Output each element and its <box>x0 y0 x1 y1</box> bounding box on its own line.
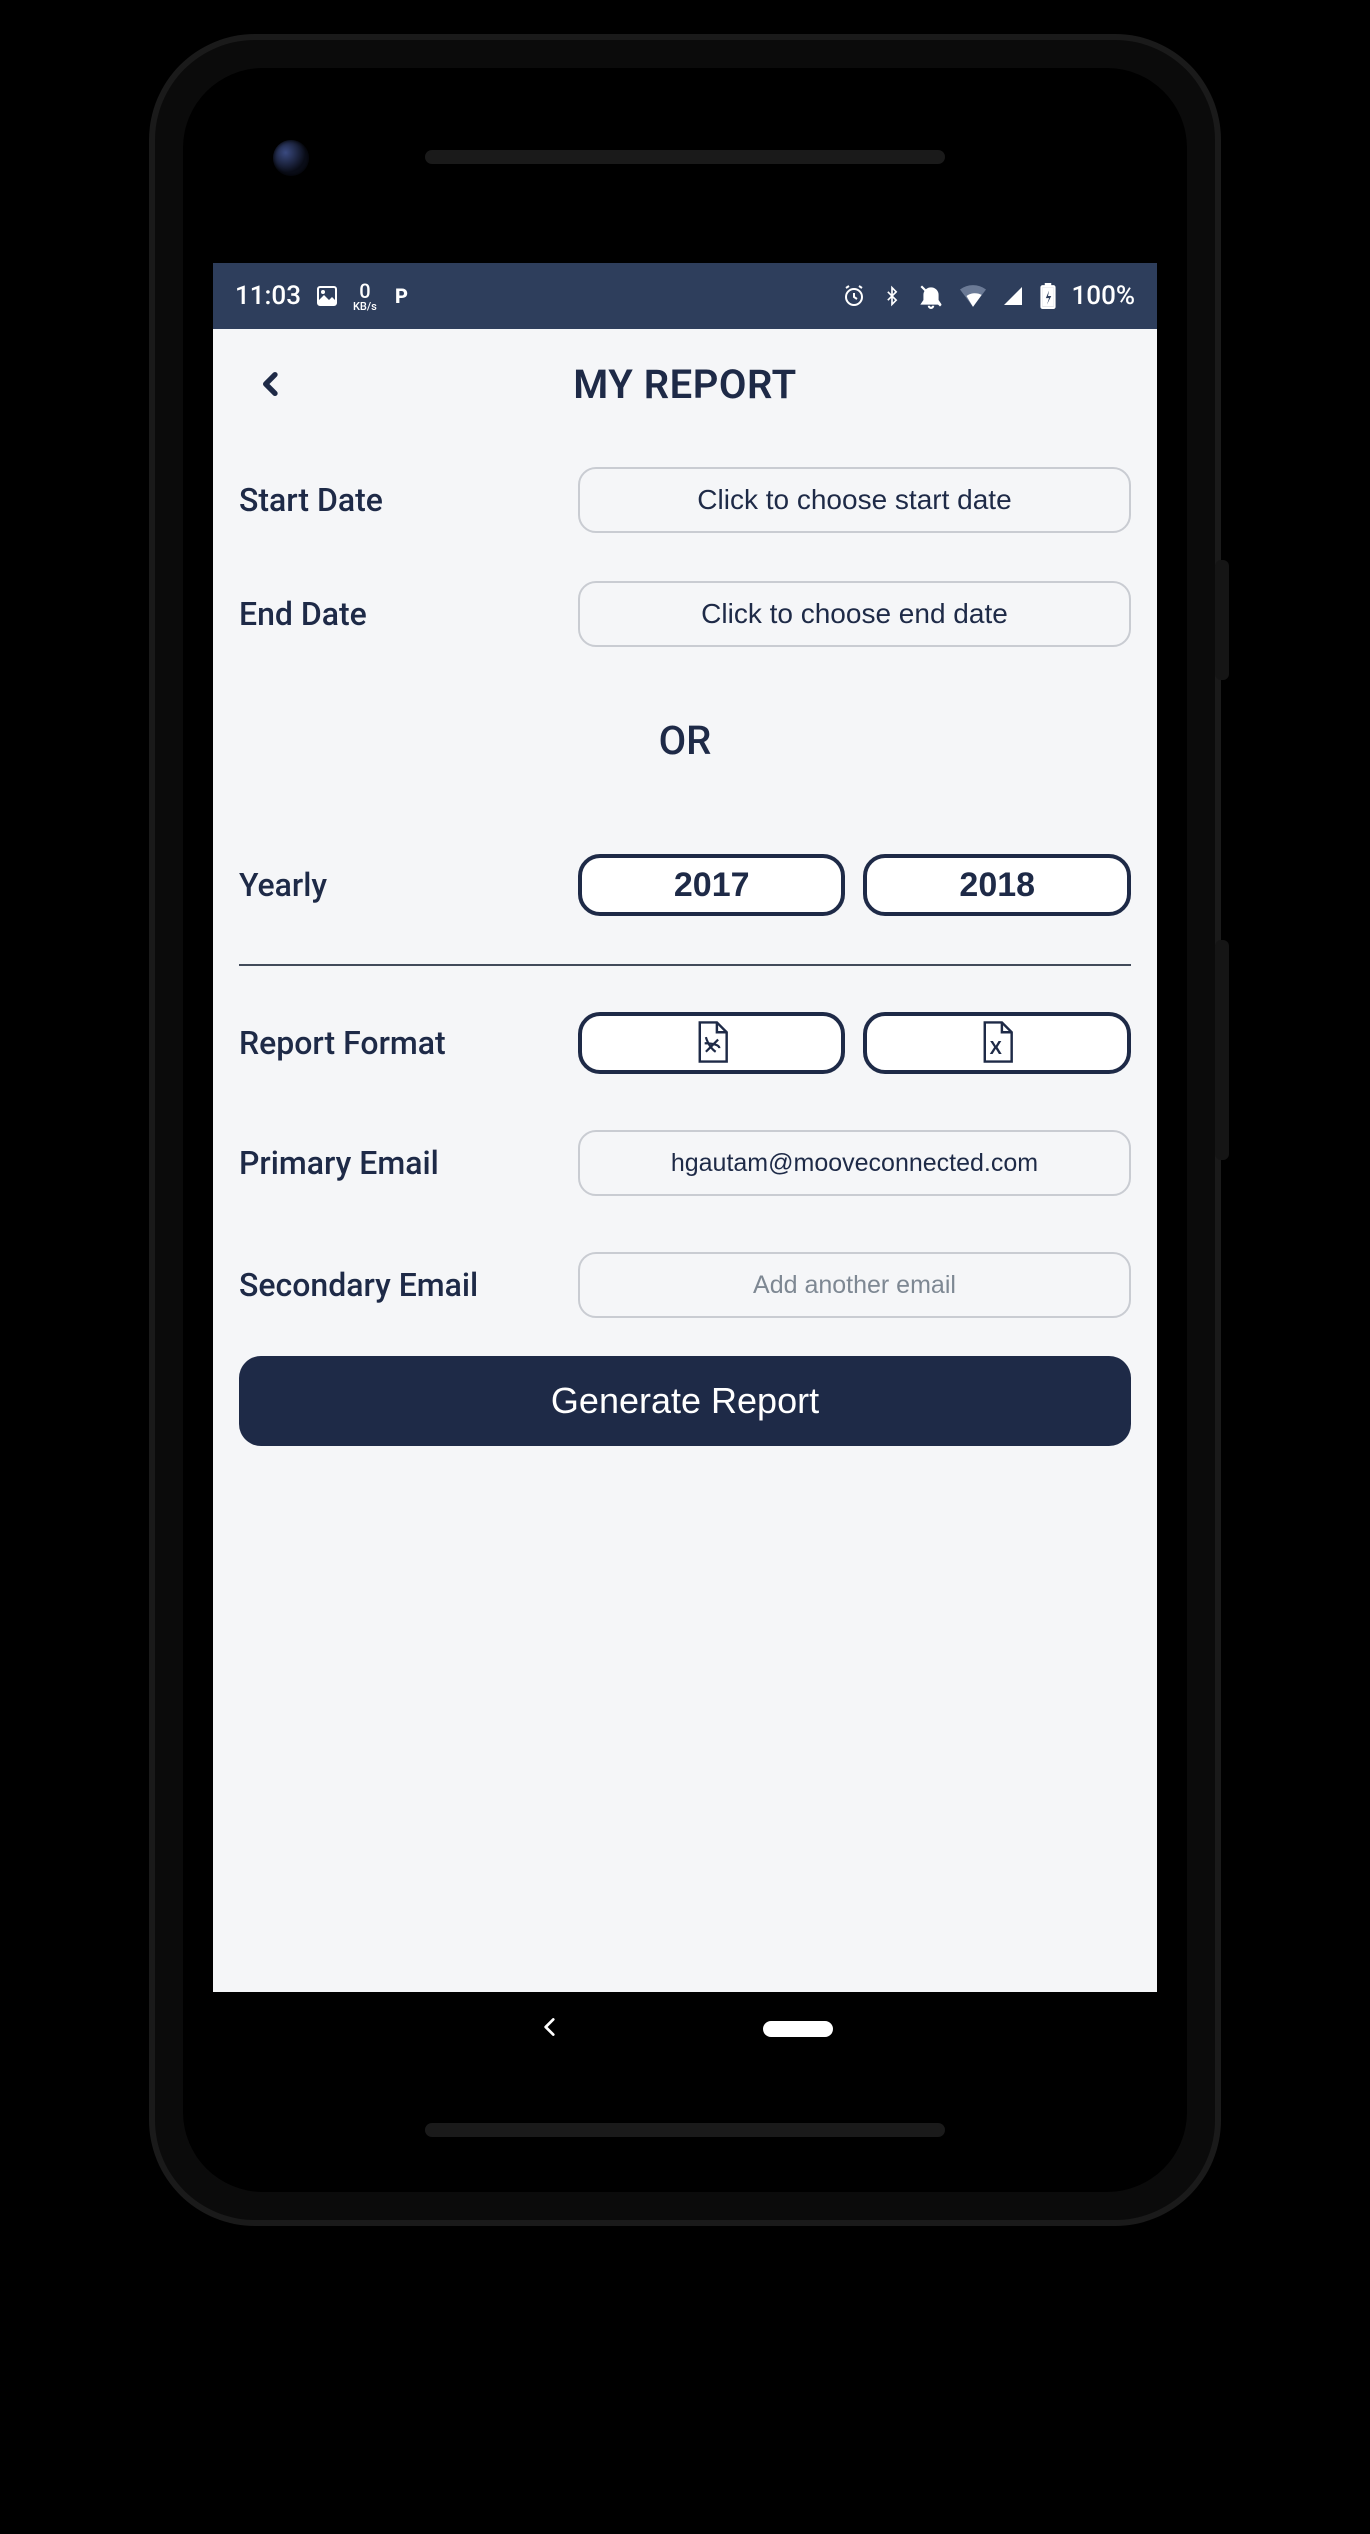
signal-icon <box>1002 285 1024 307</box>
year-option-2017[interactable]: 2017 <box>578 854 846 916</box>
or-separator: OR <box>239 717 1131 764</box>
alarm-icon <box>842 284 866 308</box>
volume-button <box>1215 940 1229 1160</box>
screen: 11:03 0 KB/s P <box>213 263 1157 1992</box>
divider <box>239 964 1131 966</box>
yearly-label: Yearly <box>239 866 578 904</box>
status-time: 11:03 <box>235 281 301 311</box>
speaker-bottom <box>425 2123 945 2137</box>
speaker-top <box>425 150 945 164</box>
end-date-button[interactable]: Click to choose end date <box>578 581 1131 647</box>
nav-back-button[interactable] <box>537 2014 563 2044</box>
phone-frame: 11:03 0 KB/s P <box>155 40 1215 2220</box>
generate-report-button[interactable]: Generate Report <box>239 1356 1131 1446</box>
battery-percent: 100% <box>1072 281 1135 311</box>
battery-charging-icon <box>1040 283 1056 309</box>
primary-email-input[interactable] <box>578 1130 1131 1196</box>
svg-text:P: P <box>395 284 408 308</box>
bell-off-icon <box>918 283 944 309</box>
p-icon: P <box>391 284 415 308</box>
svg-text:X: X <box>990 1037 1003 1058</box>
power-button <box>1215 560 1229 680</box>
format-xls-button[interactable]: X <box>863 1012 1131 1074</box>
secondary-email-input[interactable] <box>578 1252 1131 1318</box>
year-option-2018[interactable]: 2018 <box>863 854 1131 916</box>
back-button[interactable] <box>249 362 293 406</box>
android-nav-bar <box>213 1992 1157 2066</box>
start-date-label: Start Date <box>239 481 578 519</box>
primary-email-label: Primary Email <box>239 1144 578 1182</box>
status-bar: 11:03 0 KB/s P <box>213 263 1157 329</box>
image-icon <box>315 284 339 308</box>
bluetooth-icon <box>882 284 902 308</box>
nav-home-button[interactable] <box>763 2021 833 2037</box>
wifi-icon <box>960 285 986 307</box>
page-title: MY REPORT <box>573 361 796 408</box>
format-pdf-button[interactable] <box>578 1012 846 1074</box>
app-content: MY REPORT Start Date Click to choose sta… <box>213 329 1157 1992</box>
front-camera <box>273 140 309 176</box>
pdf-file-icon <box>692 1020 732 1067</box>
start-date-button[interactable]: Click to choose start date <box>578 467 1131 533</box>
xls-file-icon: X <box>977 1020 1017 1067</box>
report-format-label: Report Format <box>239 1024 578 1062</box>
network-speed: 0 KB/s <box>353 281 377 312</box>
end-date-label: End Date <box>239 595 578 633</box>
secondary-email-label: Secondary Email <box>239 1266 578 1304</box>
